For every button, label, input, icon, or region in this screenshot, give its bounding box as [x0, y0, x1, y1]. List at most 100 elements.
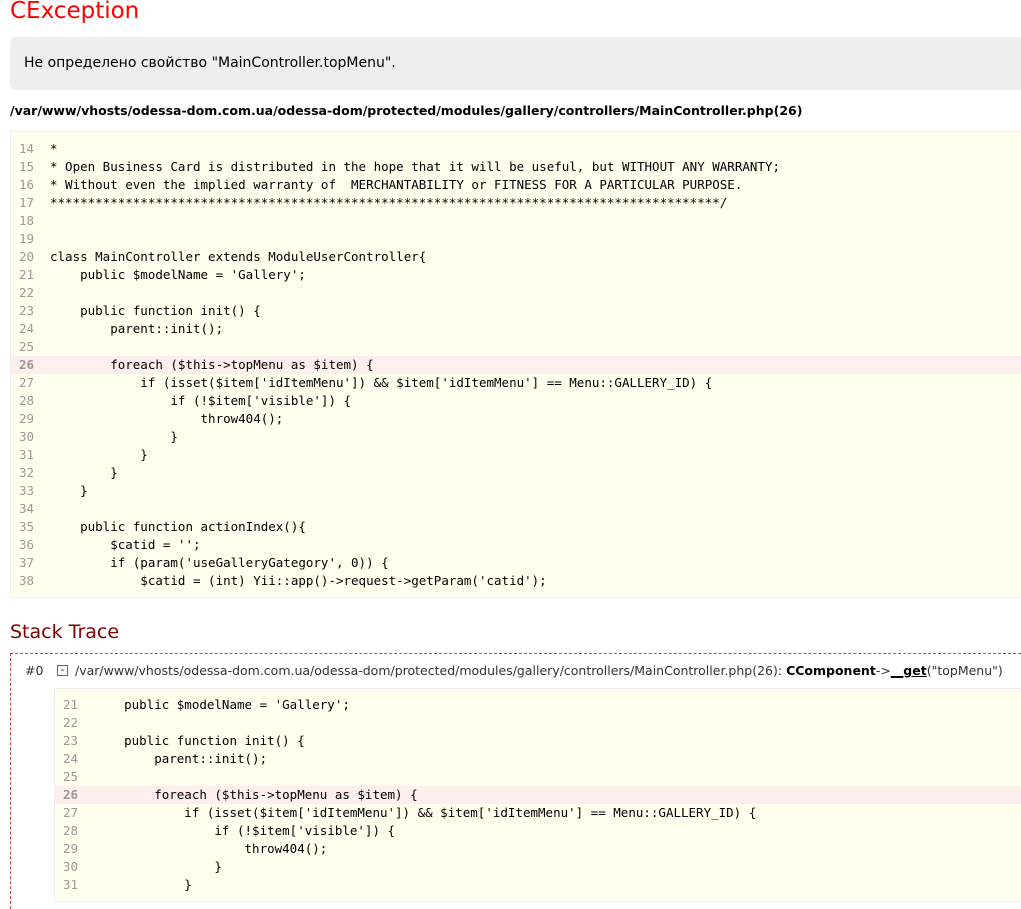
trace-code-block: 21 public $modelName = 'Gallery'; 22 23 pu…: [54, 688, 1021, 902]
code-line: 31 }: [11, 446, 1021, 464]
line-number: 19: [19, 231, 35, 246]
code-line: 17 **************************************…: [11, 194, 1021, 212]
line-number: 30: [63, 859, 79, 874]
code-line: 18: [11, 212, 1021, 230]
line-number: 31: [19, 447, 35, 462]
line-code: public function init() {: [94, 733, 305, 748]
line-number: 37: [19, 555, 35, 570]
line-code: if (isset($item['idItemMenu']) && $item[…: [50, 375, 713, 390]
line-number: 28: [19, 393, 35, 408]
line-number: 33: [19, 483, 35, 498]
collapse-toggle-icon[interactable]: -: [57, 664, 68, 676]
code-line: 34: [11, 500, 1021, 518]
line-number: 26: [63, 787, 79, 802]
line-code: class MainController extends ModuleUserC…: [50, 249, 427, 264]
line-number: 22: [63, 715, 79, 730]
line-code: throw404();: [94, 841, 328, 856]
trace-index: #0: [25, 663, 44, 678]
line-number: 38: [19, 573, 35, 588]
source-code-lines: 14 * 15 * Open Business Card is distributed…: [11, 140, 1021, 590]
line-code: }: [50, 447, 148, 462]
line-code: foreach ($this->topMenu as $item) {: [50, 357, 374, 372]
code-line: 23 public function init() {: [11, 302, 1021, 320]
line-number: 27: [63, 805, 79, 820]
line-number: 23: [19, 303, 35, 318]
code-line: 16 * Without even the implied warranty of…: [11, 176, 1021, 194]
line-code: $catid = (int) Yii::app()->request->getP…: [50, 573, 547, 588]
code-line: 28 if (!$item['visible']) {: [11, 392, 1021, 410]
line-code: foreach ($this->topMenu as $item) {: [94, 787, 418, 802]
line-number: 29: [19, 411, 35, 426]
line-number: 34: [19, 501, 35, 516]
line-code: $catid = '';: [50, 537, 201, 552]
trace-class: CComponent: [786, 663, 876, 678]
code-line: 21 public $modelName = 'Gallery';: [11, 266, 1021, 284]
line-number: 21: [19, 267, 35, 282]
line-code: public function init() {: [50, 303, 261, 318]
line-code: }: [50, 465, 118, 480]
line-code: public $modelName = 'Gallery';: [94, 697, 350, 712]
line-code: if (!$item['visible']) {: [50, 393, 352, 408]
line-number: 35: [19, 519, 35, 534]
code-line: 25: [55, 768, 1021, 786]
code-line: 36 $catid = '';: [11, 536, 1021, 554]
code-line-highlighted: 26 foreach ($this->topMenu as $item) {: [55, 786, 1021, 804]
line-number: 28: [63, 823, 79, 838]
exception-title: CException: [10, 0, 140, 24]
code-line: 14 *: [11, 140, 1021, 158]
line-number: 22: [19, 285, 35, 300]
trace-file-path: /var/www/vhosts/odessa-dom.com.ua/odessa…: [75, 663, 787, 678]
line-number: 26: [19, 357, 35, 372]
code-line: 38 $catid = (int) Yii::app()->request->g…: [11, 572, 1021, 590]
code-line: 27 if (isset($item['idItemMenu']) && $it…: [11, 374, 1021, 392]
line-number: 25: [63, 769, 79, 784]
trace-code-lines: 21 public $modelName = 'Gallery'; 22 23 pu…: [55, 696, 1021, 894]
line-number: 17: [19, 195, 35, 210]
code-line: 32 }: [11, 464, 1021, 482]
line-number: 24: [63, 751, 79, 766]
line-number: 25: [19, 339, 35, 354]
stack-trace-container: #0 - /var/www/vhosts/odessa-dom.com.ua/o…: [10, 653, 1021, 909]
source-code-block: 14 * 15 * Open Business Card is distributed…: [10, 131, 1021, 598]
code-line: 28 if (!$item['visible']) {: [55, 822, 1021, 840]
line-code: public function actionIndex(){: [50, 519, 306, 534]
line-number: 16: [19, 177, 35, 192]
code-line: 30 }: [55, 858, 1021, 876]
code-line: 35 public function actionIndex(){: [11, 518, 1021, 536]
line-code: parent::init();: [50, 321, 224, 336]
code-line: 27 if (isset($item['idItemMenu']) && $it…: [55, 804, 1021, 822]
line-number: 24: [19, 321, 35, 336]
code-line: 30 }: [11, 428, 1021, 446]
line-code: }: [50, 483, 88, 498]
code-line: 22: [11, 284, 1021, 302]
line-code: parent::init();: [94, 751, 268, 766]
source-file-path: /var/www/vhosts/odessa-dom.com.ua/odessa…: [10, 103, 803, 118]
trace-call: /var/www/vhosts/odessa-dom.com.ua/odessa…: [75, 663, 1003, 679]
line-code: }: [94, 877, 192, 892]
line-number: 32: [19, 465, 35, 480]
line-code: if (isset($item['idItemMenu']) && $item[…: [94, 805, 757, 820]
code-line: 20 class MainController extends ModuleUse…: [11, 248, 1021, 266]
line-code: throw404();: [50, 411, 284, 426]
line-number: 21: [63, 697, 79, 712]
line-number: 20: [19, 249, 35, 264]
line-code: public $modelName = 'Gallery';: [50, 267, 306, 282]
line-number: 18: [19, 213, 35, 228]
line-number: 30: [19, 429, 35, 444]
trace-arrow: ->: [875, 663, 891, 678]
line-number: 27: [19, 375, 35, 390]
line-code: if (param('useGalleryGategory', 0)) {: [50, 555, 389, 570]
code-line: 33 }: [11, 482, 1021, 500]
line-code: ****************************************…: [50, 195, 728, 210]
line-code: if (!$item['visible']) {: [94, 823, 396, 838]
code-line: 24 parent::init();: [55, 750, 1021, 768]
code-line: 31 }: [55, 876, 1021, 894]
code-line: 29 throw404();: [11, 410, 1021, 428]
line-number: 29: [63, 841, 79, 856]
code-line: 29 throw404();: [55, 840, 1021, 858]
code-line: 22: [55, 714, 1021, 732]
exception-message: Не определено свойство "MainController.t…: [10, 37, 1021, 90]
line-code: }: [94, 859, 222, 874]
code-line: 23 public function init() {: [55, 732, 1021, 750]
line-number: 14: [19, 141, 35, 156]
